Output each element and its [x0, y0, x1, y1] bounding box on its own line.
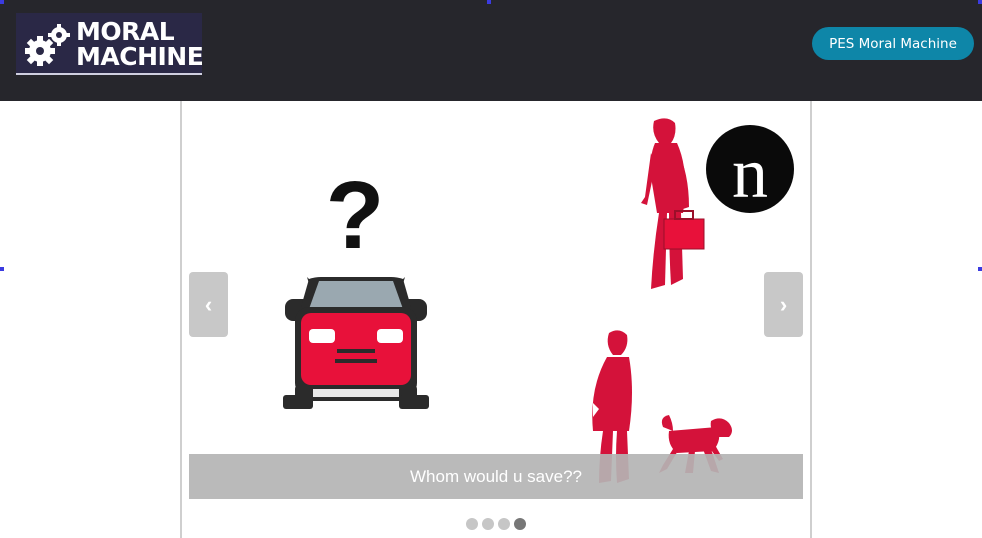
selection-handle: [978, 267, 982, 271]
selection-handle: [0, 267, 4, 271]
carousel-indicator-dot[interactable]: [482, 518, 494, 530]
carousel-prev-button[interactable]: ‹: [189, 272, 228, 337]
businessman-figure: [641, 118, 705, 289]
logo-line-2: MACHINE: [76, 42, 204, 71]
gears-icon: [25, 24, 70, 66]
carousel-indicator-dot[interactable]: [466, 518, 478, 530]
selection-handle: [978, 0, 982, 4]
selection-handle: [0, 0, 4, 4]
news-badge-letter: n: [732, 133, 768, 213]
carousel-slide-image: ? n: [283, 118, 794, 483]
selection-handle: [487, 0, 491, 4]
news-logo-badge: n: [706, 125, 794, 213]
carousel-caption: Whom would u save??: [189, 454, 803, 499]
moral-machine-logo[interactable]: MORAL MACHINE: [16, 13, 204, 75]
carousel-indicator-dot[interactable]: [514, 518, 526, 530]
chevron-left-icon: ‹: [204, 291, 213, 317]
logo-line-1: MORAL: [76, 17, 175, 46]
pes-moral-machine-button[interactable]: PES Moral Machine: [812, 27, 974, 60]
logo-text: MORAL MACHINE: [76, 17, 204, 71]
carousel-next-button[interactable]: ›: [764, 272, 803, 337]
caption-text: Whom would u save??: [410, 466, 582, 486]
question-mark: ?: [326, 162, 385, 269]
chevron-right-icon: ›: [779, 291, 788, 317]
car-icon: [283, 277, 429, 409]
carousel-indicators: [466, 518, 526, 532]
carousel-indicator-dot[interactable]: [498, 518, 510, 530]
top-navbar: MORAL MACHINE PES Moral Machine: [0, 0, 982, 101]
